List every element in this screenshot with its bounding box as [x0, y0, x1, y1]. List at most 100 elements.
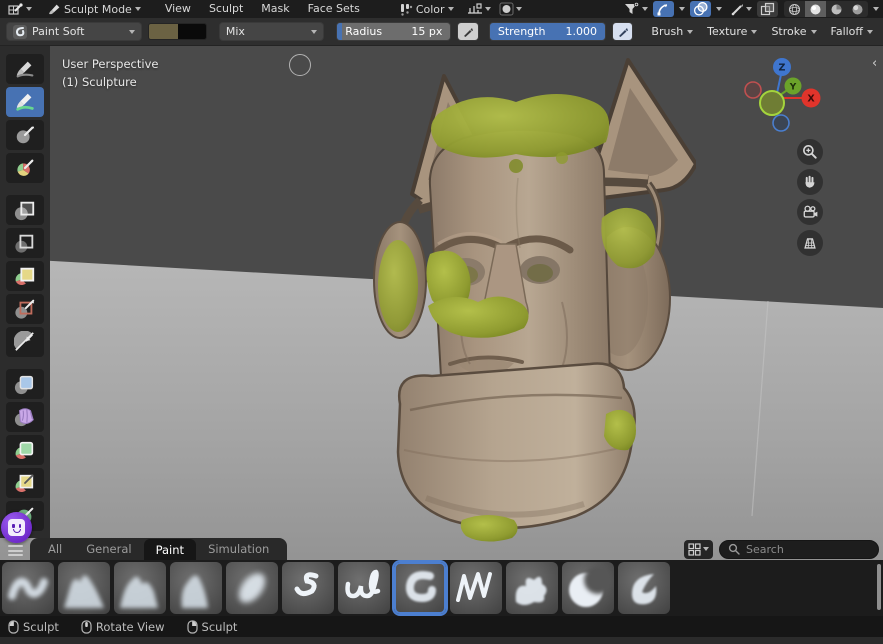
brush-thumbnail-9[interactable]: [450, 562, 502, 614]
overlays-toggle[interactable]: [690, 1, 711, 17]
axis-neg-z-ball[interactable]: [773, 115, 789, 131]
annotate-tool-button[interactable]: [727, 1, 755, 17]
editor-type-button[interactable]: [4, 1, 36, 17]
tool-smear[interactable]: [6, 120, 44, 150]
brush-panel-label: Brush: [651, 25, 683, 38]
tool-box-mask[interactable]: [6, 195, 44, 225]
brush-cursor: [289, 54, 311, 76]
chevron-down-icon: [703, 547, 709, 551]
tab-simulation[interactable]: Simulation: [196, 538, 281, 560]
falloff-panel-button[interactable]: Falloff: [827, 25, 877, 38]
moai-model[interactable]: [366, 58, 696, 544]
tool-color-filter-brush[interactable]: [6, 153, 44, 183]
brush-thumbnail-12[interactable]: [618, 562, 670, 614]
brush-thumbnail-11[interactable]: [562, 562, 614, 614]
sidebar-toggle[interactable]: ‹: [872, 58, 877, 70]
tab-all[interactable]: All: [36, 538, 74, 560]
hand-icon: [801, 173, 819, 191]
perspective-toggle-button[interactable]: [797, 230, 823, 256]
brush-thumbnail-4[interactable]: [170, 562, 222, 614]
brush-thumbnail-8-selected[interactable]: [394, 562, 446, 614]
stroke-panel-button[interactable]: Stroke: [767, 25, 820, 38]
strength-slider[interactable]: Strength 1.000: [489, 22, 606, 41]
strength-pressure-toggle[interactable]: [612, 22, 633, 41]
axis-neg-x-ball[interactable]: [745, 82, 761, 98]
camera-view-button[interactable]: [797, 199, 823, 225]
tool-box-trim[interactable]: [6, 294, 44, 324]
tool-box-face-set[interactable]: [6, 261, 44, 291]
chevron-down-icon: [129, 30, 135, 34]
chevron-down-icon[interactable]: [873, 7, 879, 11]
asset-shelf-header: All General Paint Simulation: [0, 538, 883, 560]
search-input[interactable]: [746, 543, 856, 556]
grid-view-icon: [688, 543, 701, 556]
chevron-down-icon[interactable]: [716, 7, 722, 11]
xray-toggle[interactable]: [757, 1, 778, 17]
primary-color-swatch[interactable]: [149, 24, 177, 39]
shading-solid-button[interactable]: [805, 1, 826, 17]
radius-pressure-toggle[interactable]: [457, 22, 478, 41]
material-sphere-icon: [830, 3, 843, 16]
tool-cloth-filter[interactable]: [6, 402, 44, 432]
brush-panel-button[interactable]: Brush: [647, 25, 697, 38]
brush-thumbnail-6[interactable]: [282, 562, 334, 614]
search-box[interactable]: [719, 540, 879, 559]
tool-paint-brush[interactable]: [6, 87, 44, 117]
axis-gizmo[interactable]: Z Y X: [740, 54, 840, 144]
visibility-funnel-icon: [624, 2, 640, 16]
menu-mask[interactable]: Mask: [253, 1, 297, 17]
3d-viewport[interactable]: User Perspective (1) Sculpture Z Y X: [0, 46, 883, 616]
brush-thumbnail-2[interactable]: [58, 562, 110, 614]
tool-mesh-filter[interactable]: [6, 369, 44, 399]
mode-selector[interactable]: Sculpt Mode: [44, 1, 145, 17]
color-menu-label: Color: [416, 3, 445, 16]
tool-mask-by-color[interactable]: [6, 468, 44, 498]
tool-box-hide[interactable]: [6, 228, 44, 258]
axis-z-ball[interactable]: Z: [773, 58, 791, 76]
menu-view[interactable]: View: [157, 1, 199, 17]
tab-general[interactable]: General: [74, 538, 143, 560]
zoom-button[interactable]: [797, 139, 823, 165]
texture-panel-button[interactable]: Texture: [703, 25, 761, 38]
blend-mode-dropdown[interactable]: Mix: [219, 22, 324, 41]
axis-y-ball[interactable]: Y: [785, 78, 802, 95]
smear-icon: [14, 124, 36, 146]
brush-thumbnail-1[interactable]: [2, 562, 54, 614]
color-menu-button[interactable]: Color: [396, 1, 458, 17]
mouse-left-icon: [8, 620, 19, 634]
search-icon: [728, 543, 740, 555]
falloff-panel-label: Falloff: [831, 25, 863, 38]
menu-face-sets[interactable]: Face Sets: [300, 1, 368, 17]
shading-rendered-button[interactable]: [847, 1, 868, 17]
shading-material-button[interactable]: [826, 1, 847, 17]
shading-wireframe-button[interactable]: [784, 1, 805, 17]
tool-color-filter[interactable]: [6, 435, 44, 465]
chevron-down-icon: [448, 7, 454, 11]
cloth-filter-icon: [14, 406, 36, 428]
falloff-curve-button[interactable]: [464, 1, 494, 17]
chevron-down-icon[interactable]: [679, 7, 685, 11]
menu-sculpt[interactable]: Sculpt: [201, 1, 251, 17]
display-mode-button[interactable]: [684, 540, 713, 559]
tool-draw-brush[interactable]: [6, 54, 44, 84]
brush-select-dropdown[interactable]: Paint Soft: [6, 22, 142, 41]
grid-perspective-icon: [801, 234, 819, 252]
axis-neg-y-ball[interactable]: [760, 91, 784, 115]
visibility-filter-button[interactable]: [621, 1, 651, 17]
radius-slider[interactable]: Radius 15 px: [336, 22, 451, 41]
tab-paint[interactable]: Paint: [144, 539, 196, 560]
pan-button[interactable]: [797, 169, 823, 195]
brush-thumbnail-5[interactable]: [226, 562, 278, 614]
tool-shelf: [0, 46, 50, 538]
brush-thumbnail-3[interactable]: [114, 562, 166, 614]
secondary-color-swatch[interactable]: [178, 24, 206, 39]
tool-line-project[interactable]: [6, 327, 44, 357]
axis-x-ball[interactable]: X: [802, 89, 821, 108]
brush-thumbnail-7[interactable]: [338, 562, 390, 614]
brush-thumbnail-10[interactable]: [506, 562, 558, 614]
gizmos-toggle[interactable]: [653, 1, 674, 17]
brush-shape-button[interactable]: [496, 1, 525, 17]
overlays-icon: [693, 2, 708, 16]
chevron-down-icon: [642, 7, 648, 11]
shelf-scrollbar[interactable]: [877, 564, 881, 610]
